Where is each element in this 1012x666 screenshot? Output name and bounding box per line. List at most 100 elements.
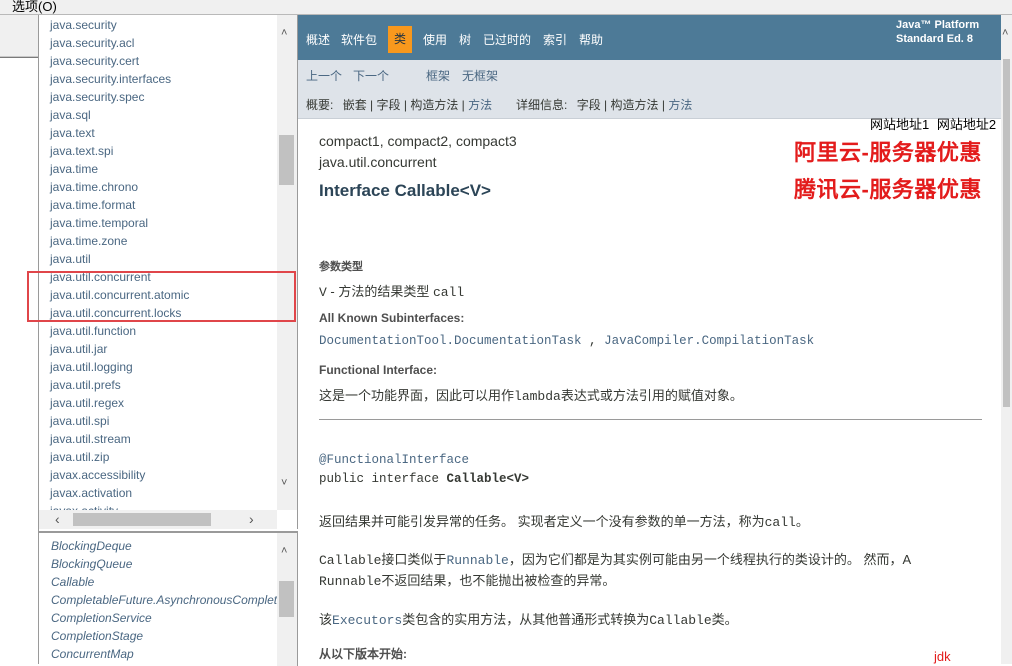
scroll-left-icon[interactable]: ‹ <box>55 511 60 527</box>
nav-deprecated[interactable]: 已过时的 <box>483 31 531 48</box>
desc2-line-1: Callable接口类似于Runnable，因为它们都是为其实例可能由另一个线程… <box>319 550 911 571</box>
package-link[interactable]: java.util <box>50 250 276 268</box>
class-link[interactable]: CompletionService <box>51 609 277 627</box>
nav-tree[interactable]: 树 <box>459 31 471 48</box>
site-link-1[interactable]: 网站地址1 <box>870 117 929 132</box>
detail-constructor: 构造方法 <box>610 98 659 112</box>
package-link[interactable]: java.util.prefs <box>50 376 276 394</box>
package-link[interactable]: java.security <box>50 16 276 34</box>
package-link[interactable]: java.security.interfaces <box>50 70 276 88</box>
desc3-text-c: 类。 <box>711 612 738 627</box>
top-nav-bar: 概述 软件包 类 使用 树 已过时的 索引 帮助 Java™ Platform … <box>298 15 1001 60</box>
separator: | <box>458 98 469 112</box>
class-link[interactable]: Callable <box>51 573 277 591</box>
functional-text-b: 表达式或方法引用的赋值对象。 <box>560 388 743 403</box>
site-link-2[interactable]: 网站地址2 <box>937 117 996 132</box>
package-link[interactable]: java.security.acl <box>50 34 276 52</box>
separator: | <box>366 98 377 112</box>
description-3: 该Executors类包含的实用方法，从其他普通形式转换为Callable类。 <box>319 609 738 628</box>
type-param-text: - 方法的结果类型 <box>326 284 433 299</box>
subinterface-link-2[interactable]: JavaCompiler.CompilationTask <box>604 334 814 348</box>
runnable-link[interactable]: Runnable <box>446 553 508 568</box>
scroll-up-icon[interactable]: ˄ <box>1002 27 1008 39</box>
class-link[interactable]: BlockingDeque <box>51 537 277 555</box>
package-link[interactable]: java.util.spi <box>50 412 276 430</box>
nav-package[interactable]: 软件包 <box>341 31 377 48</box>
executors-link[interactable]: Executors <box>332 613 402 628</box>
package-link[interactable]: java.time <box>50 160 276 178</box>
desc2-line-2: Runnable不返回结果，也不能抛出被检查的异常。 <box>319 571 911 592</box>
package-link[interactable]: java.security.spec <box>50 88 276 106</box>
package-link[interactable]: java.util.jar <box>50 340 276 358</box>
package-list-vscrollbar[interactable]: ˄ ˅ <box>277 15 297 510</box>
menu-bar: 选项(O) <box>0 0 1012 15</box>
summary-method-link[interactable]: 方法 <box>468 98 492 112</box>
frames-link[interactable]: 框架 <box>426 67 450 84</box>
subinterfaces-label: All Known Subinterfaces: <box>319 311 465 325</box>
package-link[interactable]: java.util.function <box>50 322 276 340</box>
scroll-down-icon[interactable]: ˅ <box>281 477 287 489</box>
scroll-thumb[interactable] <box>279 135 294 185</box>
package-link[interactable]: java.time.zone <box>50 232 276 250</box>
highlight-box <box>27 271 296 322</box>
scroll-up-icon[interactable]: ˄ <box>281 545 287 557</box>
type-params-label: 参数类型 <box>319 261 363 273</box>
noframes-link[interactable]: 无框架 <box>462 67 498 84</box>
package-link[interactable]: javax.accessibility <box>50 466 276 484</box>
content-vscrollbar[interactable]: ˄ <box>1001 15 1012 664</box>
package-link[interactable]: java.time.chrono <box>50 178 276 196</box>
subinterface-link-1[interactable]: DocumentationTool.DocumentationTask <box>319 334 582 348</box>
nav-index[interactable]: 索引 <box>543 31 567 48</box>
aliyun-ad-link[interactable]: 阿里云-服务器优惠 <box>794 135 982 167</box>
left-gutter <box>0 15 39 664</box>
brand-line1: Java™ Platform <box>896 19 980 31</box>
type-param-desc: V - 方法的结果类型 call <box>319 281 464 300</box>
nav-overview[interactable]: 概述 <box>306 31 330 48</box>
scroll-thumb[interactable] <box>279 581 294 617</box>
type-param-code: V <box>319 285 327 300</box>
divider <box>319 419 982 420</box>
package-link[interactable]: java.time.temporal <box>50 214 276 232</box>
profiles: compact1, compact2, compact3 <box>319 133 517 149</box>
package-link[interactable]: java.security.cert <box>50 52 276 70</box>
detail-method-link[interactable]: 方法 <box>668 98 692 112</box>
package-link[interactable]: javax.activation <box>50 484 276 502</box>
next-link[interactable]: 下一个 <box>353 67 389 84</box>
nav-help[interactable]: 帮助 <box>579 31 603 48</box>
scroll-up-icon[interactable]: ˄ <box>281 27 287 39</box>
package-link[interactable]: java.time.format <box>50 196 276 214</box>
class-list-vscrollbar[interactable]: ˄ <box>277 533 297 666</box>
jdk-link[interactable]: jdk <box>934 649 951 664</box>
desc2-text-c: 不返回结果，也不能抛出被检查的异常。 <box>381 573 616 588</box>
subinterface-separator: , <box>581 334 605 348</box>
package-list-hscrollbar[interactable]: ‹ › <box>39 510 277 529</box>
package-link[interactable]: java.text <box>50 124 276 142</box>
menu-options[interactable]: 选项(O) <box>12 0 57 15</box>
class-link[interactable]: CompletableFuture.AsynchronousCompletion… <box>51 591 277 609</box>
class-link[interactable]: CompletionStage <box>51 627 277 645</box>
summary-field: 字段 <box>376 98 401 112</box>
annotation-link[interactable]: @FunctionalInterface <box>319 453 469 467</box>
desc3-code-callable: Callable <box>649 613 712 628</box>
separator: | <box>600 98 611 112</box>
package-link[interactable]: java.util.stream <box>50 430 276 448</box>
package-link[interactable]: java.util.logging <box>50 358 276 376</box>
class-link[interactable]: BlockingQueue <box>51 555 277 573</box>
package-link[interactable]: java.util.regex <box>50 394 276 412</box>
package-link[interactable]: java.sql <box>50 106 276 124</box>
platform-brand: Java™ Platform Standard Ed. 8 <box>896 18 979 46</box>
desc2-code-runnable: Runnable <box>319 574 382 589</box>
scroll-right-icon[interactable]: › <box>249 511 254 527</box>
description-1: 返回结果并可能引发异常的任务。 实现者定义一个没有参数的单一方法，称为call。 <box>319 511 809 530</box>
nav-class-active: 类 <box>388 26 412 53</box>
package-link[interactable]: java.util.zip <box>50 448 276 466</box>
hscroll-thumb[interactable] <box>73 513 211 526</box>
package-link[interactable]: java.text.spi <box>50 142 276 160</box>
scroll-thumb[interactable] <box>1003 59 1010 407</box>
type-param-call: call <box>432 285 465 300</box>
prev-link[interactable]: 上一个 <box>306 67 342 84</box>
desc3-text-a: 该 <box>319 612 333 627</box>
tencent-ad-link[interactable]: 腾讯云-服务器优惠 <box>794 172 982 204</box>
nav-use[interactable]: 使用 <box>423 31 447 48</box>
class-link[interactable]: ConcurrentMap <box>51 645 277 663</box>
